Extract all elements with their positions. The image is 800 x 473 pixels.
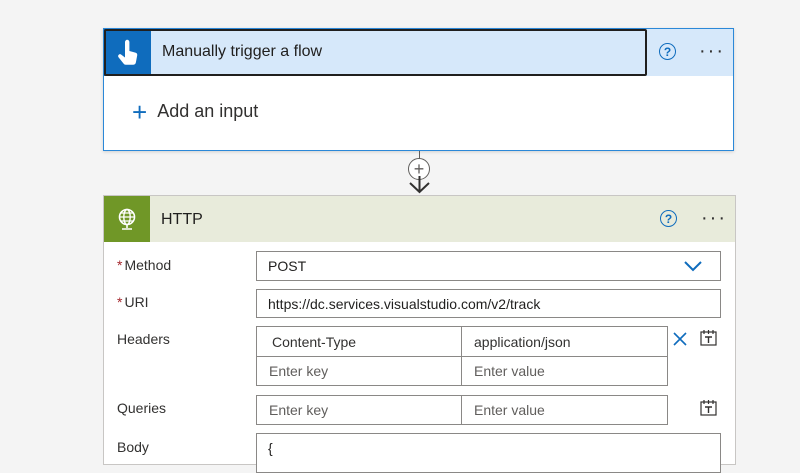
http-help-icon[interactable]: ? xyxy=(660,210,677,227)
required-mark: * xyxy=(117,294,123,310)
method-label: * Method xyxy=(117,257,172,273)
add-input-button[interactable]: + Add an input xyxy=(132,96,259,127)
trigger-card[interactable]: Manually trigger a flow ? ··· + Add an i… xyxy=(103,28,734,151)
headers-label: Headers xyxy=(117,331,170,347)
body-label: Body xyxy=(117,439,149,455)
query-key-input[interactable]: Enter key xyxy=(256,395,462,425)
method-value: POST xyxy=(268,258,307,274)
add-input-label: Add an input xyxy=(157,101,259,121)
body-input[interactable]: { xyxy=(256,433,721,473)
close-icon[interactable] xyxy=(673,332,687,346)
trigger-title: Manually trigger a flow xyxy=(162,43,323,60)
plus-icon: + xyxy=(132,96,148,127)
trigger-header[interactable]: Manually trigger a flow ? ··· xyxy=(104,29,733,76)
uri-label: * URI xyxy=(117,294,149,310)
query-value-input[interactable]: Enter value xyxy=(461,395,668,425)
method-select[interactable]: POST xyxy=(256,251,721,281)
arrow-down-icon xyxy=(409,176,430,194)
header-value-input-empty[interactable]: Enter value xyxy=(461,356,668,386)
required-mark: * xyxy=(117,257,123,273)
http-header[interactable]: HTTP ? ··· xyxy=(104,196,735,242)
http-more-options-icon[interactable]: ··· xyxy=(701,208,727,228)
switch-to-text-mode-icon[interactable] xyxy=(700,399,717,416)
trigger-help-icon[interactable]: ? xyxy=(659,43,676,60)
uri-input[interactable]: https://dc.services.visualstudio.com/v2/… xyxy=(256,289,721,318)
switch-to-text-mode-icon[interactable] xyxy=(700,329,717,346)
queries-label: Queries xyxy=(117,400,167,416)
header-key-input[interactable]: Content-Type xyxy=(256,326,462,357)
chevron-down-icon xyxy=(684,261,702,272)
globe-icon xyxy=(104,196,150,242)
http-action-card[interactable]: HTTP ? ··· * Method POST * URI https://dc.… xyxy=(103,195,736,473)
http-title: HTTP xyxy=(161,211,203,228)
header-value-input[interactable]: application/json xyxy=(461,326,668,357)
header-key-input-empty[interactable]: Enter key xyxy=(256,356,462,386)
trigger-more-options-icon[interactable]: ··· xyxy=(699,41,725,61)
